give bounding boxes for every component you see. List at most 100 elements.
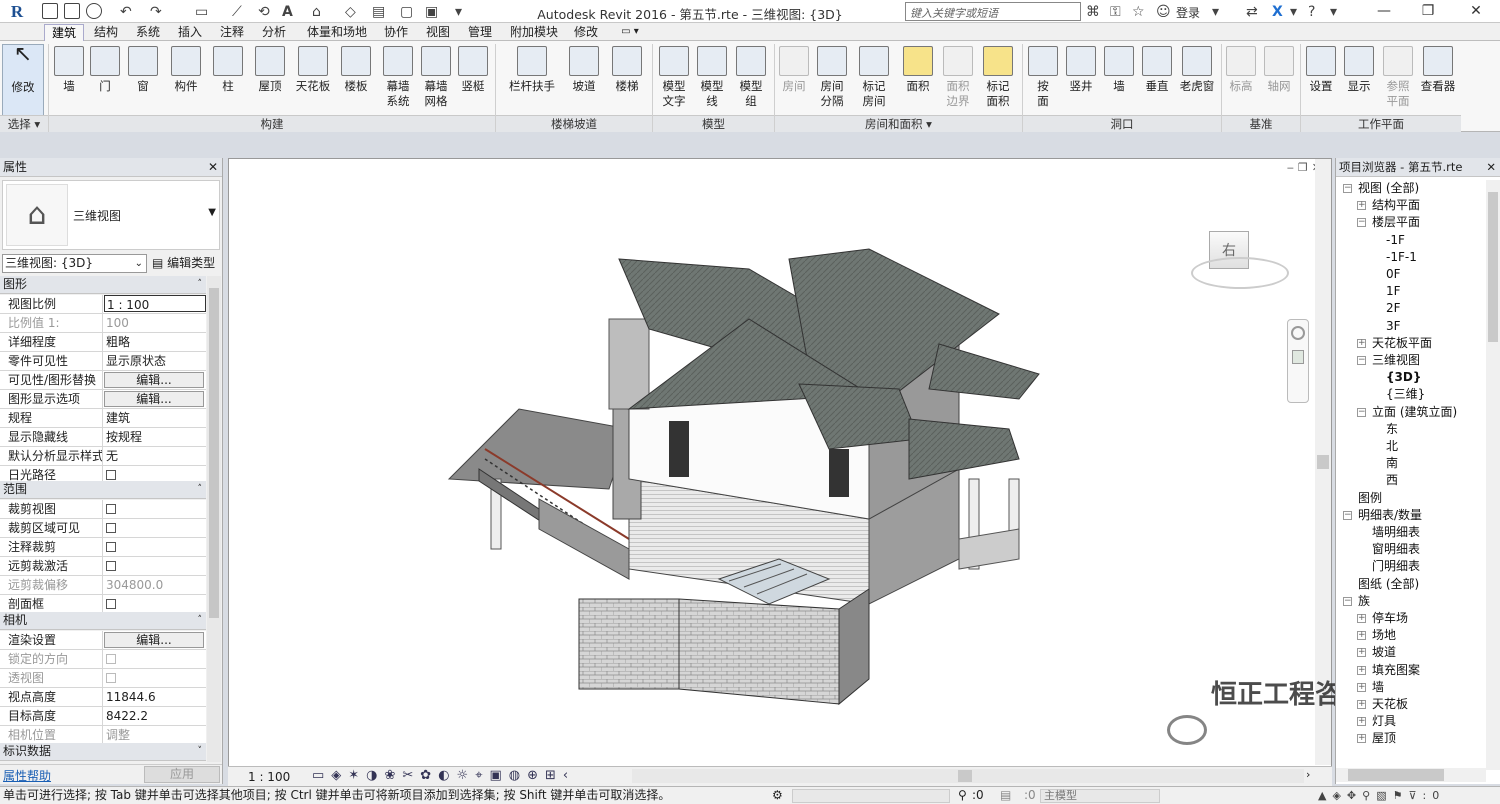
apply-button[interactable]: 应用	[144, 766, 220, 783]
tab-addins[interactable]: 附加模块	[504, 24, 564, 41]
browser-scroll-thumb[interactable]	[1488, 192, 1498, 342]
user-icon[interactable]: ☺	[1156, 4, 1171, 20]
measure-icon[interactable]: ⟋	[232, 4, 242, 20]
door-button[interactable]: 门	[88, 44, 122, 116]
sync-icon[interactable]	[86, 3, 102, 19]
aligned-dimension-icon[interactable]: ⟲	[258, 4, 270, 20]
tree-expander-icon[interactable]: +	[1357, 338, 1366, 348]
tree-item[interactable]: 窗明细表	[1372, 541, 1420, 558]
type-selector[interactable]: ⌂ 三维视图 ▼	[2, 180, 220, 250]
open-icon[interactable]	[42, 3, 58, 19]
property-row[interactable]: 视点高度 11844.6	[0, 688, 206, 707]
tree-expander-icon[interactable]: −	[1343, 510, 1352, 520]
tree-expander-icon[interactable]: +	[1357, 682, 1366, 692]
component-button[interactable]: 构件	[168, 44, 204, 116]
tree-item[interactable]: 2F	[1386, 300, 1401, 317]
checkbox-icon[interactable]	[106, 504, 116, 514]
wall-opening-button[interactable]: 墙	[1102, 44, 1136, 116]
scroll-right-icon[interactable]: ›	[1306, 768, 1310, 781]
workset-select[interactable]	[792, 789, 950, 803]
ramp-button[interactable]: 坡道	[566, 44, 602, 116]
property-checkbox[interactable]	[104, 650, 206, 668]
roof-button[interactable]: 屋顶	[252, 44, 288, 116]
property-row[interactable]: 详细程度 粗略	[0, 333, 206, 352]
instance-filter-select[interactable]: 三维视图: {3D} ⌄	[2, 254, 147, 273]
browser-hscrollbar[interactable]	[1336, 768, 1486, 782]
model-line-button[interactable]: 模型 线	[694, 44, 730, 116]
help-icon[interactable]: ?	[1308, 4, 1315, 20]
panel-room-area[interactable]: 房间和面积 ▾	[775, 115, 1022, 132]
checkbox-icon[interactable]	[106, 470, 116, 480]
checkbox-icon[interactable]	[106, 542, 116, 552]
tab-systems[interactable]: 系统	[130, 24, 166, 41]
worksets-icon[interactable]: ⚙	[772, 787, 783, 804]
tree-item[interactable]: 族	[1358, 593, 1370, 610]
property-row[interactable]: 目标高度 8422.2	[0, 707, 206, 726]
grid-button[interactable]: 轴网	[1262, 44, 1296, 116]
tree-item[interactable]: 立面 (建筑立面)	[1372, 404, 1457, 421]
property-value[interactable]: 100	[104, 314, 206, 332]
tree-item[interactable]: 结构平面	[1372, 197, 1420, 214]
tree-expander-icon[interactable]: −	[1357, 218, 1366, 228]
tree-item[interactable]: 停车场	[1372, 610, 1408, 627]
column-button[interactable]: 柱	[212, 44, 244, 116]
model-group-button[interactable]: 模型 组	[732, 44, 770, 116]
edit-button[interactable]: 编辑...	[104, 391, 204, 407]
checkbox-icon[interactable]	[106, 599, 116, 609]
property-row[interactable]: 视图比例 1 : 100	[0, 295, 206, 314]
view-scale-button[interactable]: 1 : 100	[248, 770, 290, 784]
tree-item[interactable]: 南	[1386, 455, 1398, 472]
by-face-button[interactable]: 按 面	[1026, 44, 1060, 116]
thin-lines-icon[interactable]: ▤	[372, 4, 385, 20]
tree-item[interactable]: 3F	[1386, 318, 1401, 335]
tree-expander-icon[interactable]: +	[1357, 648, 1366, 658]
tree-item[interactable]: 灯具	[1372, 713, 1396, 730]
level-button[interactable]: 标高	[1224, 44, 1258, 116]
railing-button[interactable]: 栏杆扶手	[504, 44, 560, 116]
text-icon[interactable]: A	[282, 4, 293, 20]
tab-structure[interactable]: 结构	[88, 24, 124, 41]
editable-only-icon[interactable]: ⚲	[958, 787, 967, 804]
viewcube-compass-ring[interactable]	[1191, 257, 1289, 289]
ribbon-toggle-icon[interactable]: ▭ ▾	[610, 24, 650, 41]
tab-massing-site[interactable]: 体量和场地	[298, 24, 376, 41]
property-row[interactable]: 透视图	[0, 669, 206, 688]
navigation-bar[interactable]	[1287, 319, 1309, 403]
type-dropdown-icon[interactable]: ▼	[208, 207, 216, 218]
zoom-icon[interactable]	[1292, 350, 1304, 364]
view-control-icons[interactable]: ▭◈✶◑❀✂✿◐☼⌖▣◍⊕⊞‹	[312, 768, 575, 783]
section-graphics[interactable]: 图形 ˄	[0, 276, 206, 294]
section-identity[interactable]: 标识数据 ˅	[0, 743, 206, 761]
tree-item[interactable]: 图纸 (全部)	[1358, 576, 1419, 593]
area-button[interactable]: 面积	[900, 44, 936, 116]
tree-expander-icon[interactable]: −	[1357, 407, 1366, 417]
room-separator-button[interactable]: 房间 分隔	[814, 44, 850, 116]
tree-expander-icon[interactable]: −	[1343, 184, 1352, 193]
property-value[interactable]: 304800.0	[104, 576, 206, 594]
properties-scroll-thumb[interactable]	[209, 288, 219, 618]
browser-close-icon[interactable]: ✕	[1486, 158, 1496, 176]
tree-item[interactable]: 图例	[1358, 490, 1382, 507]
property-row[interactable]: 注释裁剪	[0, 538, 206, 557]
tree-expander-icon[interactable]: −	[1357, 356, 1366, 365]
property-checkbox[interactable]	[104, 557, 206, 575]
tree-expander-icon[interactable]: +	[1357, 700, 1366, 709]
shaft-button[interactable]: 竖井	[1064, 44, 1098, 116]
autodesk-x-icon[interactable]: X	[1272, 4, 1283, 20]
tree-expander-icon[interactable]: +	[1357, 665, 1366, 675]
browser-scrollbar[interactable]	[1486, 180, 1500, 770]
property-row[interactable]: 比例值 1: 100	[0, 314, 206, 333]
exchange-dropdown-icon[interactable]: ▾	[1290, 4, 1297, 20]
tree-item[interactable]: 坡道	[1372, 644, 1396, 661]
tree-item[interactable]: 场地	[1372, 627, 1396, 644]
wall-button[interactable]: 墙	[52, 44, 86, 116]
properties-help-link[interactable]: 属性帮助	[3, 767, 51, 784]
property-row[interactable]: 默认分析显示样式无	[0, 447, 206, 466]
tab-architecture[interactable]: 建筑	[44, 24, 84, 41]
tree-item[interactable]: 明细表/数量	[1358, 507, 1422, 524]
room-button[interactable]: 房间	[776, 44, 812, 116]
3d-view-icon[interactable]: ⌂	[312, 4, 321, 20]
subscription-icon[interactable]: ⚿	[1110, 4, 1121, 20]
property-row[interactable]: 显示隐藏线 按规程	[0, 428, 206, 447]
browser-hscroll-thumb[interactable]	[1348, 769, 1444, 781]
